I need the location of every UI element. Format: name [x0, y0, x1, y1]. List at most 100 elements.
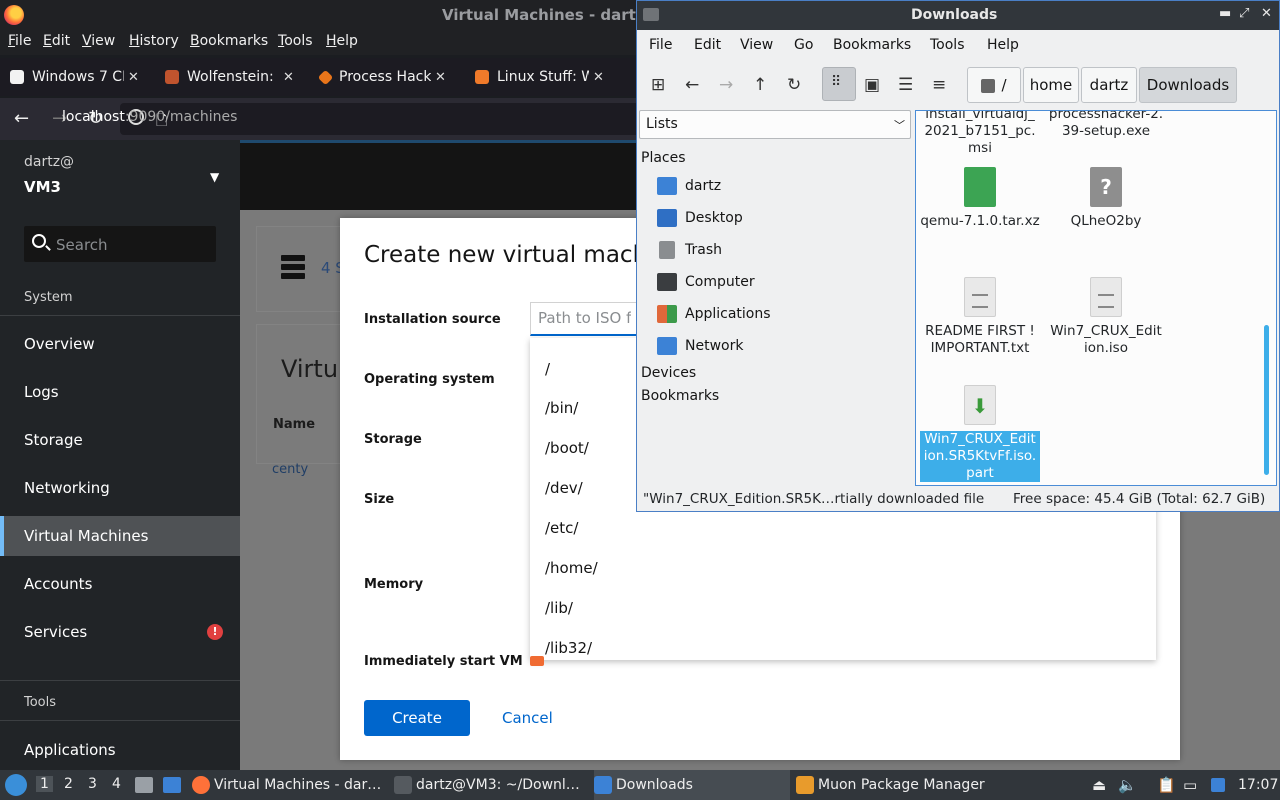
- url-text[interactable]: localhost:9090/machines: [62, 109, 237, 125]
- sidebar-item-applications[interactable]: Applications: [0, 730, 240, 770]
- task-muon[interactable]: Muon Package Manager: [796, 770, 1016, 800]
- cancel-link[interactable]: Cancel: [502, 709, 553, 727]
- forward-arrow-icon[interactable]: →: [719, 75, 733, 95]
- compact-view-icon[interactable]: ☰: [898, 75, 913, 95]
- menu-view[interactable]: View: [82, 33, 115, 49]
- fm-menu-bookmarks[interactable]: Bookmarks: [833, 37, 911, 53]
- fm-menu-edit[interactable]: Edit: [694, 37, 721, 53]
- host-dropdown-icon[interactable]: ▼: [210, 170, 219, 184]
- sidebar-item-storage[interactable]: Storage: [0, 420, 240, 460]
- start-vm-checkbox[interactable]: [530, 656, 544, 666]
- place-desktop[interactable]: Desktop: [657, 206, 743, 230]
- show-desktop-icon[interactable]: [163, 777, 181, 793]
- new-tab-icon[interactable]: ⊞: [651, 75, 665, 95]
- file-item[interactable]: README FIRST ! IMPORTANT.txt: [920, 277, 1040, 357]
- network-tray-icon[interactable]: ▭: [1183, 776, 1197, 794]
- task-terminal[interactable]: dartz@VM3: ~/Downl…: [394, 770, 589, 800]
- volume-icon[interactable]: 🔈: [1118, 776, 1137, 794]
- place-trash[interactable]: Trash: [657, 238, 722, 262]
- fm-menu-tools[interactable]: Tools: [930, 37, 965, 53]
- file-view-scrollbar[interactable]: [1264, 325, 1269, 475]
- sidebar-item-overview[interactable]: Overview: [0, 324, 240, 364]
- tab-windows7-crux[interactable]: Windows 7 CRUX ✕: [0, 58, 139, 96]
- path-option-etc[interactable]: /etc/: [545, 519, 578, 537]
- fm-menu-file[interactable]: File: [649, 37, 672, 53]
- file-item[interactable]: ? QLheO2by: [1046, 167, 1166, 230]
- fm-menu-go[interactable]: Go: [794, 37, 813, 53]
- desktop-1[interactable]: 1: [36, 776, 53, 792]
- close-tab-icon[interactable]: ✕: [435, 70, 446, 85]
- sidebar-item-services[interactable]: Services !: [0, 612, 240, 652]
- path-crumb-dartz[interactable]: dartz: [1081, 67, 1137, 103]
- path-option-lib[interactable]: /lib/: [545, 599, 573, 617]
- sidebar-item-networking[interactable]: Networking: [0, 468, 240, 508]
- path-option-boot[interactable]: /boot/: [545, 439, 589, 457]
- create-button[interactable]: Create: [364, 700, 470, 736]
- path-option-dev[interactable]: /dev/: [545, 479, 583, 497]
- clipboard-icon[interactable]: 📋: [1157, 776, 1176, 794]
- menu-file[interactable]: File: [8, 33, 31, 49]
- place-computer[interactable]: Computer: [657, 270, 755, 294]
- place-applications[interactable]: Applications: [657, 302, 771, 326]
- file-item[interactable]: qemu-7.1.0.tar.xz: [920, 167, 1040, 230]
- sidebar-item-logs[interactable]: Logs: [0, 372, 240, 412]
- devices-header[interactable]: Devices: [641, 365, 696, 381]
- file-item[interactable]: Win7_CRUX_Edit ion.iso: [1046, 277, 1166, 357]
- path-option-lib32[interactable]: /lib32/: [545, 639, 592, 657]
- sidebar-item-virtual-machines[interactable]: Virtual Machines: [0, 516, 240, 556]
- back-arrow-icon[interactable]: ←: [685, 75, 699, 95]
- place-dartz[interactable]: dartz: [657, 174, 721, 198]
- side-pane-mode-select[interactable]: Lists ﹀: [639, 110, 911, 139]
- path-crumb-home[interactable]: home: [1023, 67, 1079, 103]
- close-tab-icon[interactable]: ✕: [593, 70, 604, 85]
- thumbnail-view-icon[interactable]: ▣: [864, 75, 880, 95]
- desktop-3[interactable]: 3: [88, 776, 97, 792]
- path-crumb-downloads[interactable]: Downloads: [1139, 67, 1237, 103]
- tab-wolfenstein[interactable]: Wolfenstein: E ✕: [155, 58, 294, 96]
- file-manager-launcher-icon[interactable]: [135, 777, 153, 793]
- file-item-selected[interactable]: ⬇ Win7_CRUX_Edit ion.SR5KtvFf.iso. part: [920, 385, 1040, 482]
- minimize-icon[interactable]: ▬: [1219, 6, 1231, 21]
- path-option-root[interactable]: /: [545, 360, 550, 378]
- task-firefox[interactable]: Virtual Machines - dar…: [192, 770, 387, 800]
- place-network[interactable]: Network: [657, 334, 743, 358]
- menu-history[interactable]: History: [129, 33, 179, 49]
- reload-icon[interactable]: ↻: [787, 75, 801, 95]
- menu-help[interactable]: Help: [326, 33, 358, 49]
- path-option-home[interactable]: /home/: [545, 559, 598, 577]
- notification-icon[interactable]: [1211, 778, 1225, 792]
- vm-row-name[interactable]: centy: [272, 462, 308, 477]
- path-option-bin[interactable]: /bin/: [545, 399, 578, 417]
- fm-menu-help[interactable]: Help: [987, 37, 1019, 53]
- tab-linux-stuff[interactable]: Linux Stuff: We ✕: [465, 58, 604, 96]
- sidebar-item-accounts[interactable]: Accounts: [0, 564, 240, 604]
- clock[interactable]: 17:07: [1238, 777, 1278, 793]
- file-item[interactable]: install_virtualdj_ 2021_b7151_pc. msi: [920, 111, 1040, 157]
- menu-bookmarks[interactable]: Bookmarks: [190, 33, 268, 49]
- installation-source-field[interactable]: [530, 302, 640, 336]
- tab-process-hacker[interactable]: Process Hacker ✕: [310, 58, 446, 96]
- server-icon: [281, 255, 305, 279]
- path-crumb-root[interactable]: /: [967, 67, 1021, 103]
- up-arrow-icon[interactable]: ↑: [753, 75, 767, 95]
- desktop-2[interactable]: 2: [64, 776, 73, 792]
- maximize-icon[interactable]: ⤢: [1239, 6, 1249, 21]
- close-tab-icon[interactable]: ✕: [128, 70, 139, 85]
- start-menu-icon[interactable]: [5, 774, 27, 796]
- close-icon[interactable]: ✕: [1261, 6, 1272, 21]
- close-tab-icon[interactable]: ✕: [283, 70, 294, 85]
- sidebar-search[interactable]: Search: [24, 226, 216, 262]
- fm-menu-view[interactable]: View: [740, 37, 773, 53]
- task-downloads[interactable]: Downloads: [594, 770, 790, 800]
- detailed-list-view-icon[interactable]: ≡: [932, 75, 946, 95]
- desktop-4[interactable]: 4: [112, 776, 121, 792]
- bookmarks-header[interactable]: Bookmarks: [641, 388, 719, 404]
- menu-tools[interactable]: Tools: [278, 33, 313, 49]
- eject-icon[interactable]: ⏏: [1092, 776, 1106, 794]
- file-item[interactable]: processhacker-2. 39-setup.exe: [1046, 111, 1166, 140]
- host-name[interactable]: VM3: [24, 178, 61, 196]
- menu-edit[interactable]: Edit: [43, 33, 70, 49]
- back-arrow-icon[interactable]: ←: [14, 108, 29, 129]
- icon-view-button[interactable]: ⠿: [822, 67, 856, 101]
- iso-path-input[interactable]: [531, 303, 631, 333]
